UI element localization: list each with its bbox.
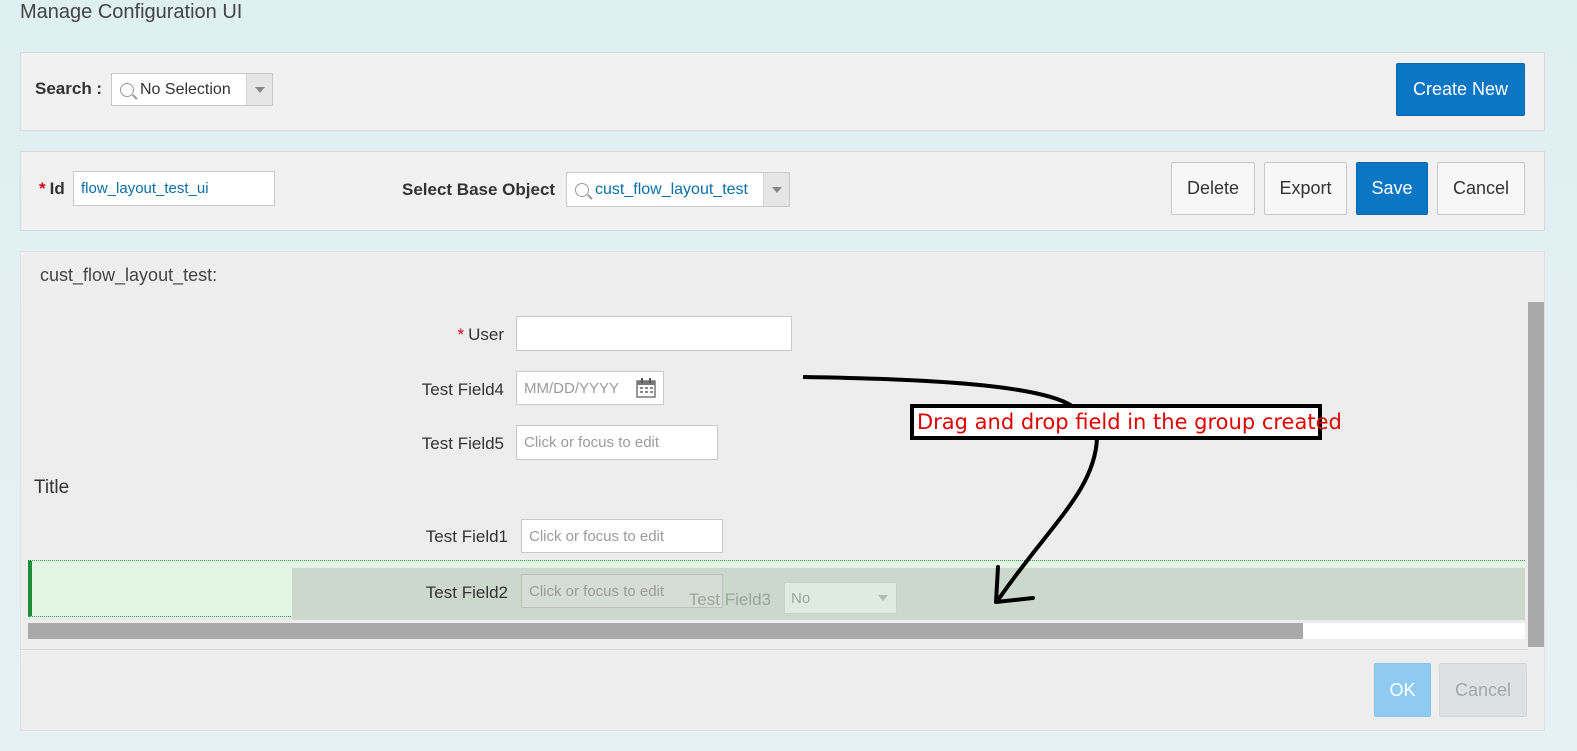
annotation-callout: Drag and drop field in the group created [910,404,1342,440]
annotation-arrow [802,375,1099,604]
